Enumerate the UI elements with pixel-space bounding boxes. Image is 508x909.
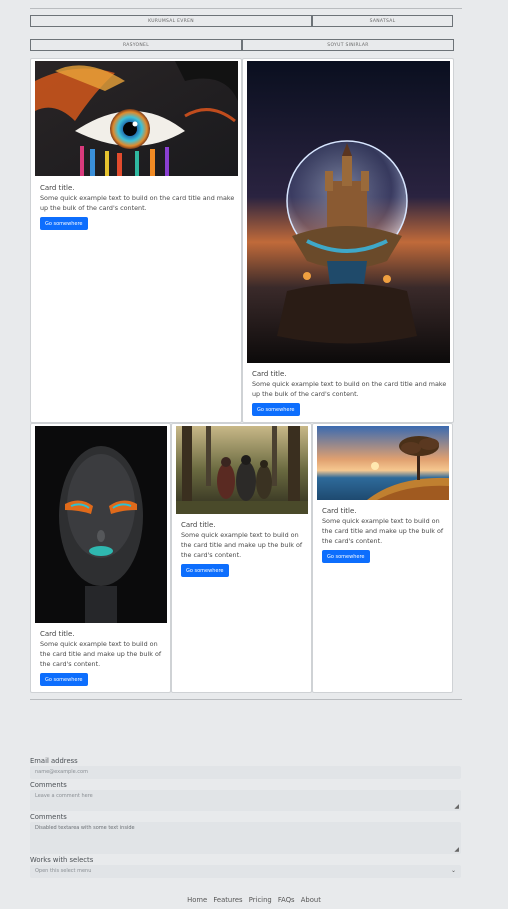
card-title: Card title.: [40, 630, 75, 638]
card: Card title. Some quick example text to b…: [312, 423, 453, 693]
card-text: Some quick example text to build on the …: [40, 640, 162, 668]
footer-link-about[interactable]: About: [301, 896, 321, 904]
nav-button-kurumsal[interactable]: Kurumsal Evren: [30, 15, 312, 27]
footer-link-faqs[interactable]: FAQs: [278, 896, 295, 904]
nav-button-soyut[interactable]: Soyut Sınırlar: [242, 39, 454, 51]
card: Card title. Some quick example text to b…: [30, 423, 171, 693]
card-title: Card title.: [40, 184, 75, 192]
footer-link-home[interactable]: Home: [187, 896, 207, 904]
select-label: Works with selects: [30, 856, 94, 864]
go-somewhere-button[interactable]: Go somewhere: [322, 550, 370, 563]
card-image-eye: [35, 61, 238, 176]
email-label: Email address: [30, 757, 78, 765]
top-divider: [30, 8, 462, 9]
comments-placeholder: Leave a comment here: [35, 793, 93, 799]
card: Card title. Some quick example text to b…: [171, 423, 312, 693]
card: Card title. Some quick example text to b…: [242, 58, 454, 423]
disabled-textarea: Disabled textarea with some text inside …: [30, 822, 461, 854]
resize-handle-icon: ◢: [454, 846, 459, 853]
go-somewhere-button[interactable]: Go somewhere: [40, 217, 88, 230]
card-text: Some quick example text to build on the …: [252, 380, 447, 398]
card-image-forest: [176, 426, 308, 514]
footer-link-pricing[interactable]: Pricing: [249, 896, 272, 904]
nav-button-rasyonel[interactable]: Rasyonel: [30, 39, 242, 51]
select-menu[interactable]: Open this select menu ⌄: [30, 865, 461, 878]
cards-divider: [30, 699, 462, 700]
card-text: Some quick example text to build on the …: [40, 194, 235, 212]
card-title: Card title.: [252, 370, 287, 378]
nav-button-sanatsal[interactable]: Sanatsal: [312, 15, 453, 27]
card-title: Card title.: [181, 521, 216, 529]
email-field[interactable]: name@example.com: [30, 766, 461, 779]
footer-link-features[interactable]: Features: [213, 896, 242, 904]
card-text: Some quick example text to build on the …: [322, 517, 444, 545]
comments2-label: Comments: [30, 813, 67, 821]
card-image-tree: [317, 426, 449, 500]
resize-handle-icon[interactable]: ◢: [454, 803, 459, 810]
footer-nav: Home Features Pricing FAQs About: [0, 896, 508, 904]
card-title: Card title.: [322, 507, 357, 515]
select-value: Open this select menu: [35, 868, 92, 874]
chevron-down-icon: ⌄: [450, 867, 456, 874]
comments-textarea[interactable]: Leave a comment here ◢: [30, 790, 461, 811]
card-image-face: [35, 426, 167, 623]
disabled-textarea-text: Disabled textarea with some text inside: [35, 825, 135, 831]
card: Card title. Some quick example text to b…: [30, 58, 242, 423]
card-image-castle: [247, 61, 450, 363]
go-somewhere-button[interactable]: Go somewhere: [181, 564, 229, 577]
comments-label: Comments: [30, 781, 67, 789]
go-somewhere-button[interactable]: Go somewhere: [252, 403, 300, 416]
go-somewhere-button[interactable]: Go somewhere: [40, 673, 88, 686]
card-text: Some quick example text to build on the …: [181, 531, 303, 559]
